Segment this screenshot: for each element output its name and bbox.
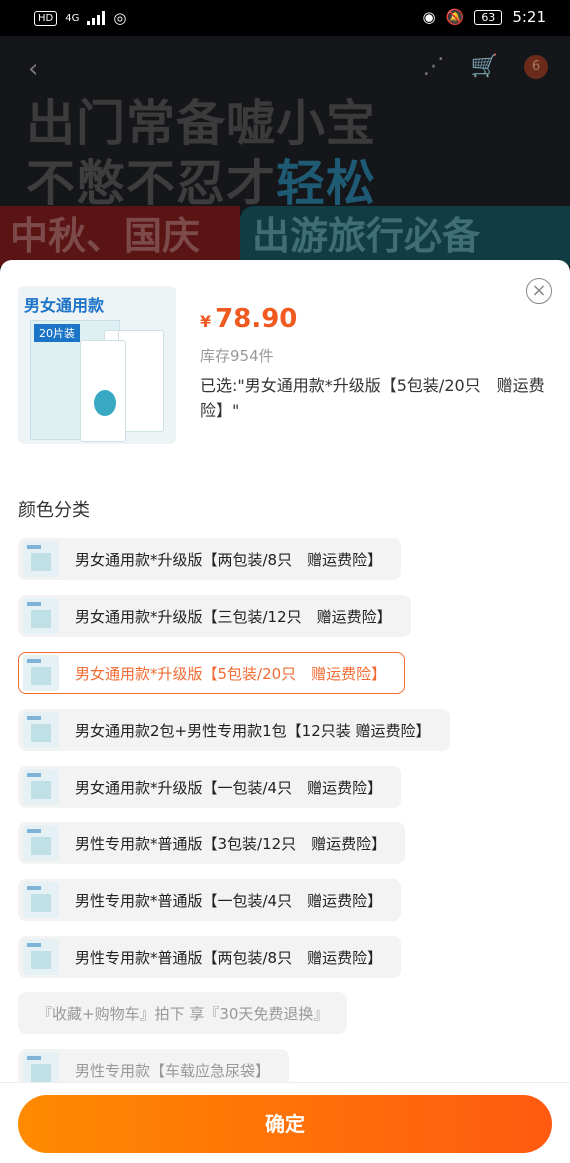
option-item[interactable]: 男性专用款*普通版【两包装/8只 赠运费险】 [18, 936, 402, 978]
battery-icon: 63 [474, 9, 503, 25]
option-item[interactable]: 男女通用款*升级版【三包装/12只 赠运费险】 [18, 595, 411, 637]
clock: 5:21 [512, 8, 546, 26]
banner-highlight: 轻松 [276, 155, 377, 212]
option-item[interactable]: 男女通用款*升级版【一包装/4只 赠运费险】 [18, 766, 402, 808]
product-thumbnail[interactable]: 男女通用款 20片装 [18, 286, 176, 444]
option-thumbnail [23, 541, 59, 577]
option-thumbnail [23, 882, 59, 918]
option-label: 男女通用款*升级版【三包装/12只 赠运费险】 [75, 607, 392, 626]
banner-headline-2: 不憋不忍才轻松 [26, 144, 376, 215]
footer-bar: 确定 [0, 1082, 570, 1163]
selected-variant-text: 已选:"男女通用款*升级版【5包装/20只 赠运费险】" [200, 376, 545, 420]
option-thumbnail [23, 712, 59, 748]
water-drop-icon [94, 390, 116, 416]
banner-strip-left: 中秋、国庆 [0, 206, 240, 266]
close-icon[interactable]: × [526, 278, 552, 304]
price: ¥78.90 [200, 304, 297, 334]
mute-bell-icon: 🔕 [445, 8, 465, 26]
option-item[interactable]: 男女通用款2包+男性专用款1包【12只装 赠运费险】 [18, 709, 450, 751]
option-item[interactable]: 男女通用款*升级版【两包装/8只 赠运费险】 [18, 538, 402, 580]
option-label: 男性专用款【车载应急尿袋】 [75, 1061, 271, 1080]
option-label: 男性专用款*普通版【一包装/4只 赠运费险】 [75, 891, 383, 910]
section-title-color: 颜色分类 [18, 500, 90, 521]
stock-count: 库存954件 [200, 347, 274, 365]
option-label: 男性专用款*普通版【两包装/8只 赠运费险】 [75, 948, 383, 967]
sku-selector-sheet: 男女通用款 20片装 ¥78.90 库存954件 已选:"男女通用款*升级版【5… [0, 260, 570, 1163]
currency-symbol: ¥ [200, 312, 212, 331]
option-thumbnail [23, 939, 59, 975]
thumb-tag: 20片装 [34, 324, 80, 342]
option-label: 『收藏+购物车』拍下 享『30天免费退换』 [37, 1004, 329, 1023]
option-thumbnail [23, 655, 59, 691]
banner-headline-2-text: 不憋不忍才 [26, 155, 277, 212]
eye-icon: ◉ [422, 8, 436, 26]
banner-strip-right: 出游旅行必备 [240, 206, 570, 266]
option-thumbnail [23, 769, 59, 805]
hd-badge: HD [34, 10, 58, 26]
back-icon[interactable]: ‹ [28, 54, 38, 84]
cart-count-badge: 6 [524, 54, 548, 79]
option-thumbnail [23, 598, 59, 634]
banner-strip: 中秋、国庆 出游旅行必备 [0, 206, 570, 266]
signal-icon [87, 11, 106, 25]
status-bar: HD 4G ◎ ◉ 🔕 63 5:21 [0, 0, 570, 36]
confirm-button[interactable]: 确定 [18, 1095, 552, 1153]
nfc-icon: ◎ [113, 9, 127, 27]
option-item-disabled[interactable]: 『收藏+购物车』拍下 享『30天免费退换』 [18, 992, 348, 1034]
option-label: 男女通用款*升级版【两包装/8只 赠运费险】 [75, 550, 383, 569]
option-label: 男女通用款2包+男性专用款1包【12只装 赠运费险】 [75, 721, 431, 740]
option-thumbnail [23, 825, 59, 861]
product-banner: ‹ ⋰ 🛒 6 出门常备嘘小宝 不憋不忍才轻松 中秋、国庆 出游旅行必备 [0, 36, 570, 266]
network-type: 4G [65, 12, 80, 24]
option-item[interactable]: 男性专用款*普通版【一包装/4只 赠运费险】 [18, 879, 402, 921]
option-label: 男女通用款*升级版【5包装/20只 赠运费险】 [75, 664, 387, 683]
cart-icon[interactable]: 🛒 [471, 54, 498, 79]
share-icon[interactable]: ⋰ [423, 54, 445, 79]
price-value: 78.90 [215, 304, 298, 334]
option-item[interactable]: 男性专用款*普通版【3包装/12只 赠运费险】 [18, 822, 406, 864]
thumb-title: 男女通用款 [24, 296, 105, 315]
option-item-selected[interactable]: 男女通用款*升级版【5包装/20只 赠运费险】 [18, 652, 406, 694]
option-label: 男女通用款*升级版【一包装/4只 赠运费险】 [75, 778, 383, 797]
option-label: 男性专用款*普通版【3包装/12只 赠运费险】 [75, 834, 387, 853]
